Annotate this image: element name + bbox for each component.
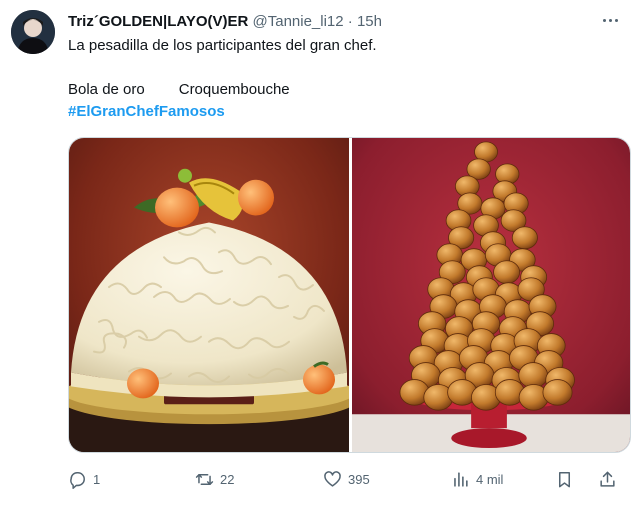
hashtag-link[interactable]: #ElGranChefFamosos [68, 102, 225, 122]
avatar[interactable] [11, 10, 55, 54]
retweet-count: 22 [220, 471, 235, 487]
croquembouche-image[interactable] [352, 138, 630, 452]
like-button[interactable]: 395 [323, 466, 370, 492]
tweet-text-items: Bola de oro Croquembouche [68, 80, 290, 100]
author-handle[interactable]: @Tannie_li12 [253, 13, 344, 30]
retweet-icon [195, 473, 214, 485]
media-grid [68, 137, 631, 453]
reply-icon [70, 471, 85, 489]
tweet-header: Triz´GOLDEN|LAYO(V)ER @Tannie_li12 · 15h [68, 12, 600, 32]
reply-button[interactable]: 1 [68, 466, 100, 492]
views-button[interactable]: 4 mil [451, 466, 503, 492]
share-button[interactable] [598, 466, 617, 492]
choux-puff [518, 362, 548, 389]
share-icon [600, 471, 615, 487]
tweet-item-croquembouche: Croquembouche [178, 81, 290, 98]
tweet[interactable]: Triz´GOLDEN|LAYO(V)ER @Tannie_li12 · 15h… [0, 0, 640, 512]
choux-puff [542, 379, 573, 406]
choux-puff [493, 260, 520, 284]
bookmark-icon [558, 471, 571, 487]
heart-icon [324, 470, 341, 487]
bookmark-button[interactable] [555, 466, 574, 492]
action-bar: 1 22 395 4 mil [68, 466, 631, 492]
cake-dome-image[interactable] [69, 138, 349, 452]
analytics-icon [454, 471, 468, 487]
separator-dot: · [347, 13, 353, 30]
view-count: 4 mil [476, 471, 504, 487]
like-count: 395 [348, 471, 370, 487]
retweet-button[interactable]: 22 [195, 466, 234, 492]
tweet-item-bola-de-oro: Bola de oro [68, 81, 145, 98]
reply-count: 1 [93, 471, 101, 487]
more-options-icon[interactable] [598, 10, 622, 30]
tweet-text-line: La pesadilla de los participantes del gr… [68, 37, 377, 54]
timestamp[interactable]: 15h [357, 13, 382, 30]
choux-puff [511, 226, 538, 250]
author-name[interactable]: Triz´GOLDEN|LAYO(V)ER [68, 13, 248, 30]
